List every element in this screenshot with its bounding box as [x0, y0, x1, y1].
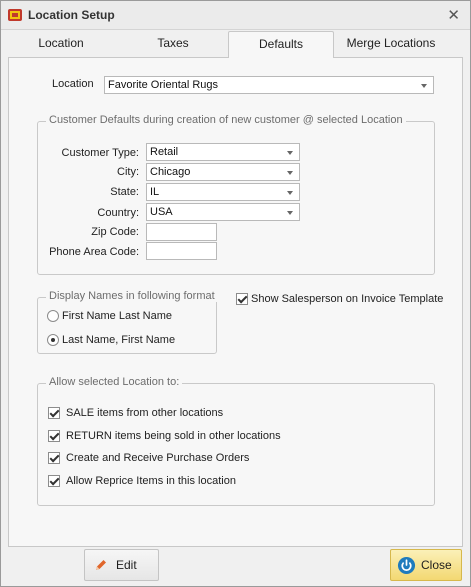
phone-area-code-label: Phone Area Code:: [49, 246, 139, 258]
defaults-panel: Location Favorite Oriental Rugs Customer…: [8, 57, 463, 547]
state-select[interactable]: IL: [146, 183, 300, 201]
reprice-items-checkbox[interactable]: [48, 475, 60, 487]
chevron-down-icon: [287, 211, 293, 215]
location-select[interactable]: Favorite Oriental Rugs: [104, 76, 434, 94]
state-label: State:: [110, 186, 139, 198]
last-first-radio[interactable]: [47, 334, 59, 346]
first-last-label: First Name Last Name: [62, 310, 173, 322]
show-salesperson-label: Show Salesperson on Invoice Template: [251, 293, 444, 305]
close-button[interactable]: Close: [390, 549, 462, 581]
customer-type-select[interactable]: Retail: [146, 143, 300, 161]
purchase-orders-label: Create and Receive Purchase Orders: [66, 452, 250, 464]
customer-type-label: Customer Type:: [61, 147, 139, 159]
tab-location[interactable]: Location: [21, 31, 101, 57]
allow-location-title: Allow selected Location to:: [46, 376, 183, 388]
tab-defaults[interactable]: Defaults: [228, 31, 334, 58]
pencil-icon: [96, 560, 106, 570]
title-bar: Location Setup ✕: [1, 1, 470, 30]
city-select[interactable]: Chicago: [146, 163, 300, 181]
display-names-title: Display Names in following format: [46, 290, 218, 302]
tab-taxes[interactable]: Taxes: [133, 31, 213, 57]
city-label: City:: [117, 166, 139, 178]
purchase-orders-checkbox[interactable]: [48, 452, 60, 464]
show-salesperson-checkbox[interactable]: [236, 293, 248, 305]
country-select[interactable]: USA: [146, 203, 300, 221]
zip-code-field[interactable]: [146, 223, 217, 241]
location-setup-window: Location Setup ✕ Location Taxes Defaults…: [0, 0, 471, 587]
city-value: Chicago: [150, 166, 191, 178]
close-window-icon[interactable]: ✕: [447, 6, 460, 24]
power-icon: [397, 556, 416, 575]
app-icon: [8, 9, 22, 21]
location-label: Location: [52, 78, 94, 90]
first-last-radio[interactable]: [47, 310, 59, 322]
state-value: IL: [150, 186, 160, 198]
return-items-label: RETURN items being sold in other locatio…: [66, 430, 281, 442]
country-label: Country:: [97, 207, 139, 219]
edit-button-label: Edit: [116, 558, 137, 572]
chevron-down-icon: [421, 84, 427, 88]
window-title: Location Setup: [28, 8, 115, 22]
return-items-checkbox[interactable]: [48, 430, 60, 442]
zip-code-label: Zip Code:: [91, 226, 139, 238]
tab-merge-locations[interactable]: Merge Locations: [343, 31, 439, 57]
phone-area-code-field[interactable]: [146, 242, 217, 260]
location-value: Favorite Oriental Rugs: [108, 79, 219, 91]
country-value: USA: [150, 206, 173, 218]
chevron-down-icon: [287, 191, 293, 195]
sale-items-label: SALE items from other locations: [66, 407, 224, 419]
chevron-down-icon: [287, 151, 293, 155]
close-button-label: Close: [421, 558, 452, 572]
customer-defaults-title: Customer Defaults during creation of new…: [46, 114, 406, 126]
chevron-down-icon: [287, 171, 293, 175]
last-first-label: Last Name, First Name: [62, 334, 176, 346]
reprice-items-label: Allow Reprice Items in this location: [66, 475, 236, 487]
allow-location-group: Allow selected Location to:: [37, 376, 435, 506]
edit-button[interactable]: Edit: [84, 549, 159, 581]
sale-items-checkbox[interactable]: [48, 407, 60, 419]
customer-type-value: Retail: [150, 146, 179, 158]
